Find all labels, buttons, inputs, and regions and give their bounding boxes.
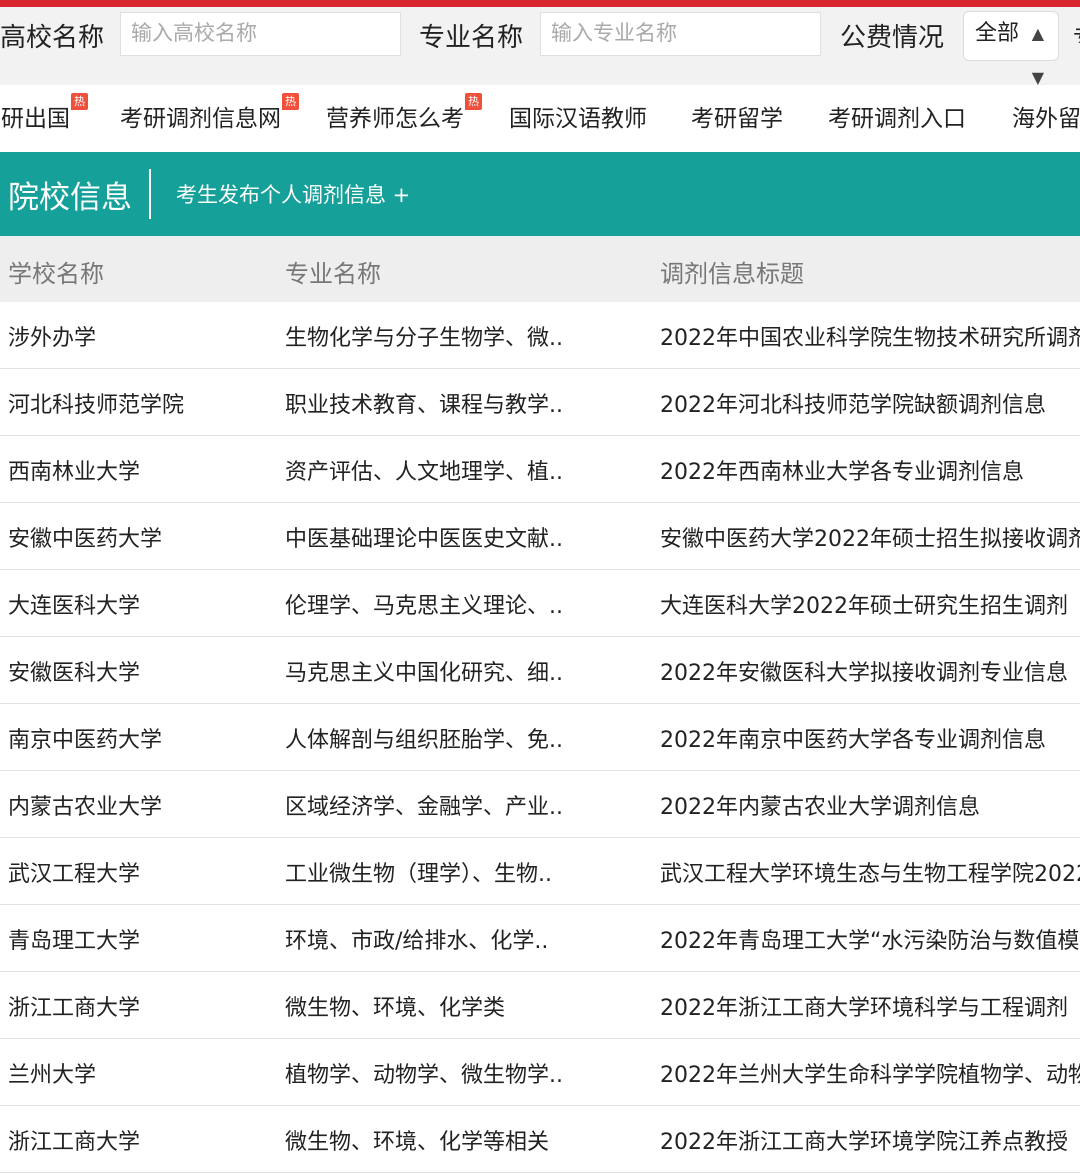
filter-bar: 高校名称 输入高校名称 专业名称 输入专业名称 公费情况 全部 ▲▼ 专: [0, 7, 1080, 87]
major-cell: 微生物、环境、化学等相关: [285, 1130, 550, 1155]
school-cell: 兰州大学: [8, 1063, 97, 1088]
major-name-input[interactable]: 输入专业名称: [540, 12, 821, 56]
quick-links-bar: 考研出国热 考研调剂信息网热 营养师怎么考热 国际汉语教师 考研留学 考研调剂入…: [0, 85, 1080, 151]
school-cell: 安徽医科大学: [8, 661, 141, 686]
table-row[interactable]: 河北科技师范学院 职业技术教育、课程与教学.. 2022年河北科技师范学院缺额调剂信…: [0, 369, 1080, 436]
quick-link[interactable]: 考研调剂入口: [828, 99, 966, 133]
school-cell: 河北科技师范学院: [8, 393, 185, 418]
major-cell: 马克思主义中国化研究、细..: [285, 661, 563, 686]
title-cell[interactable]: 2022年南京中医药大学各专业调剂信息: [660, 722, 1080, 754]
hot-badge-icon: 热: [465, 93, 482, 110]
title-cell[interactable]: 2022年内蒙古农业大学调剂信息: [660, 789, 1080, 821]
title-cell[interactable]: 2022年中国农业科学院生物技术研究所调剂: [660, 320, 1080, 352]
top-accent-line: [0, 0, 1080, 7]
column-header-school: 学校名称: [8, 260, 104, 288]
section-divider: [149, 169, 151, 219]
title-cell[interactable]: 大连医科大学2022年硕士研究生招生调剂: [660, 588, 1080, 620]
school-cell: 西南林业大学: [8, 460, 141, 485]
fee-status-value: 全部: [975, 21, 1020, 46]
fee-status-label: 公费情况: [840, 23, 945, 53]
quick-link[interactable]: 考研出国热: [0, 93, 88, 133]
table-row[interactable]: 西南林业大学 资产评估、人文地理学、植.. 2022年西南林业大学各专业调剂信息: [0, 436, 1080, 503]
major-cell: 环境、市政/给排水、化学..: [285, 929, 549, 954]
title-cell[interactable]: 2022年河北科技师范学院缺额调剂信息: [660, 387, 1080, 419]
school-cell: 武汉工程大学: [8, 862, 141, 887]
major-cell: 伦理学、马克思主义理论、..: [285, 594, 563, 619]
major-name-label: 专业名称: [419, 23, 524, 53]
school-cell: 浙江工商大学: [8, 1130, 141, 1155]
major-cell: 中医基础理论中医医史文献..: [285, 527, 563, 552]
publish-info-button[interactable]: 考生发布个人调剂信息 +: [176, 179, 410, 209]
quick-link[interactable]: 海外留学: [1012, 99, 1080, 133]
school-cell: 安徽中医药大学: [8, 527, 163, 552]
major-cell: 区域经济学、金融学、产业..: [285, 795, 563, 820]
table-row[interactable]: 南京中医药大学 人体解剖与组织胚胎学、免.. 2022年南京中医药大学各专业调剂信息: [0, 704, 1080, 771]
quick-link[interactable]: 营养师怎么考热: [326, 93, 482, 133]
major-cell: 植物学、动物学、微生物学..: [285, 1063, 563, 1088]
title-cell[interactable]: 武汉工程大学环境生态与生物工程学院2022: [660, 856, 1080, 888]
section-title: 院校信息: [8, 180, 132, 216]
table-row[interactable]: 兰州大学 植物学、动物学、微生物学.. 2022年兰州大学生命科学学院植物学、动物: [0, 1039, 1080, 1106]
title-cell[interactable]: 安徽中医药大学2022年硕士招生拟接收调剂: [660, 521, 1080, 553]
quick-link[interactable]: 考研留学: [691, 99, 783, 133]
title-cell[interactable]: 2022年青岛理工大学“水污染防治与数值模: [660, 923, 1080, 955]
column-header-major: 专业名称: [285, 260, 381, 288]
hot-badge-icon: 热: [282, 93, 299, 110]
school-cell: 南京中医药大学: [8, 728, 163, 753]
major-cell: 生物化学与分子生物学、微..: [285, 326, 563, 351]
title-cell[interactable]: 2022年安徽医科大学拟接收调剂专业信息: [660, 655, 1080, 687]
major-cell: 职业技术教育、课程与教学..: [285, 393, 563, 418]
title-cell[interactable]: 2022年西南林业大学各专业调剂信息: [660, 454, 1080, 486]
table-row[interactable]: 浙江工商大学 微生物、环境、化学等相关 2022年浙江工商大学环境学院江养点教授: [0, 1106, 1080, 1173]
table-row[interactable]: 安徽中医药大学 中医基础理论中医医史文献.. 安徽中医药大学2022年硕士招生拟接收…: [0, 503, 1080, 570]
major-cell: 工业微生物（理学）、生物..: [285, 862, 552, 887]
major-cell: 资产评估、人文地理学、植..: [285, 460, 563, 485]
quick-link[interactable]: 国际汉语教师: [509, 99, 647, 133]
table-row[interactable]: 内蒙古农业大学 区域经济学、金融学、产业.. 2022年内蒙古农业大学调剂信息: [0, 771, 1080, 838]
school-cell: 大连医科大学: [8, 594, 141, 619]
major-cell: 微生物、环境、化学类: [285, 996, 506, 1021]
hot-badge-icon: 热: [71, 93, 88, 110]
title-cell[interactable]: 2022年浙江工商大学环境科学与工程调剂: [660, 990, 1080, 1022]
table-row[interactable]: 武汉工程大学 工业微生物（理学）、生物.. 武汉工程大学环境生态与生物工程学院202…: [0, 838, 1080, 905]
table-body: 涉外办学 生物化学与分子生物学、微.. 2022年中国农业科学院生物技术研究所调剂河…: [0, 302, 1080, 1173]
column-header-title: 调剂信息标题: [660, 260, 804, 288]
trailing-label-cutoff: 专: [1073, 20, 1080, 52]
table-row[interactable]: 青岛理工大学 环境、市政/给排水、化学.. 2022年青岛理工大学“水污染防治与数值…: [0, 905, 1080, 972]
school-name-label: 高校名称: [0, 23, 105, 53]
school-cell: 青岛理工大学: [8, 929, 141, 954]
school-cell: 内蒙古农业大学: [8, 795, 163, 820]
section-header: 院校信息 考生发布个人调剂信息 +: [0, 152, 1080, 236]
table-header: 学校名称 专业名称 调剂信息标题: [0, 236, 1080, 302]
title-cell[interactable]: 2022年浙江工商大学环境学院江养点教授: [660, 1124, 1080, 1156]
title-cell[interactable]: 2022年兰州大学生命科学学院植物学、动物: [660, 1057, 1080, 1089]
school-name-input[interactable]: 输入高校名称: [120, 12, 401, 56]
table-row[interactable]: 安徽医科大学 马克思主义中国化研究、细.. 2022年安徽医科大学拟接收调剂专业信息: [0, 637, 1080, 704]
quick-link[interactable]: 考研调剂信息网热: [120, 93, 299, 133]
table-row[interactable]: 浙江工商大学 微生物、环境、化学类 2022年浙江工商大学环境科学与工程调剂: [0, 972, 1080, 1039]
table-row[interactable]: 涉外办学 生物化学与分子生物学、微.. 2022年中国农业科学院生物技术研究所调剂: [0, 302, 1080, 369]
fee-status-select[interactable]: 全部 ▲ ▼: [963, 11, 1059, 87]
school-cell: 浙江工商大学: [8, 996, 141, 1021]
major-cell: 人体解剖与组织胚胎学、免..: [285, 728, 563, 753]
table-row[interactable]: 大连医科大学 伦理学、马克思主义理论、.. 大连医科大学2022年硕士研究生招生调剂: [0, 570, 1080, 637]
school-cell: 涉外办学: [8, 326, 97, 351]
